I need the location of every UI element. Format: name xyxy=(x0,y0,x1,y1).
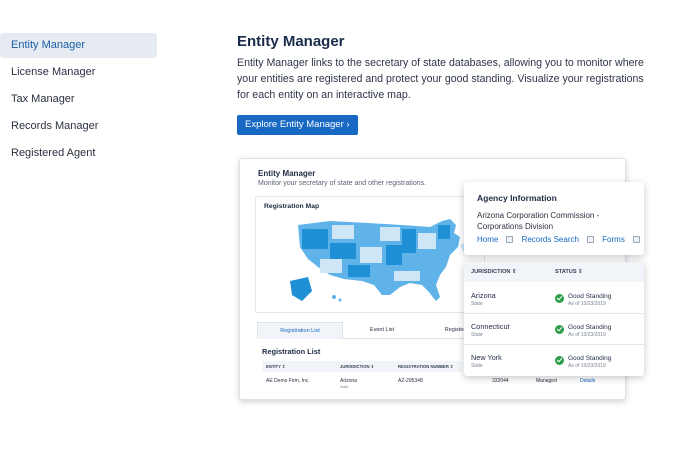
agency-link-records-search-label: Records Search xyxy=(521,235,579,244)
agency-link-home[interactable]: Home xyxy=(477,235,514,244)
agency-link-home-label: Home xyxy=(477,235,499,244)
column-header-status[interactable]: STATUS ⇕ xyxy=(555,262,583,282)
preview-title: Entity Manager xyxy=(258,169,316,178)
cell-jurisdiction-type: State xyxy=(340,385,349,389)
column-header-jurisdiction[interactable]: JURISDICTION ⇕ xyxy=(471,262,517,282)
table-row[interactable]: Arizona State Good Standing As of 10/23/… xyxy=(464,283,644,314)
jurisdiction-type: State xyxy=(471,363,483,369)
status-text: Good Standing xyxy=(568,355,612,362)
page-description: Entity Manager links to the secretary of… xyxy=(237,57,644,101)
check-circle-icon xyxy=(555,294,564,303)
column-header-registration-number[interactable]: REGISTRATION NUMBER ⇕ xyxy=(398,361,454,372)
sidebar-item-tax-manager[interactable]: Tax Manager xyxy=(0,87,157,112)
sidebar-nav: Entity Manager License Manager Tax Manag… xyxy=(0,33,157,168)
map-state-region xyxy=(320,259,342,273)
status-text: Good Standing xyxy=(568,293,612,300)
status-text: Good Standing xyxy=(568,324,612,331)
table-row[interactable]: Connecticut State Good Standing As of 10… xyxy=(464,314,644,345)
sidebar-item-records-manager[interactable]: Records Manager xyxy=(0,114,157,139)
map-state-region xyxy=(402,229,416,253)
agency-information-card: Agency Information Arizona Corporation C… xyxy=(464,182,644,255)
map-state-region xyxy=(386,245,402,265)
registration-map-title: Registration Map xyxy=(264,203,320,210)
cell-jurisdiction: Arizona xyxy=(340,378,357,384)
status-date: As of 10/23/2019 xyxy=(568,301,606,307)
details-link[interactable]: Details xyxy=(580,378,595,384)
map-hawaii xyxy=(338,298,342,302)
external-link-icon xyxy=(586,236,594,243)
map-state-region xyxy=(408,255,430,271)
jurisdiction-name: Arizona xyxy=(471,291,496,300)
preview-subtitle: Monitor your secretary of state and othe… xyxy=(258,180,427,187)
column-header-jurisdiction[interactable]: JURISDICTION ⇕ xyxy=(340,361,374,372)
status-date: As of 10/23/2019 xyxy=(568,363,606,369)
map-state-region xyxy=(438,225,450,239)
agency-links: Home Records Search Forms xyxy=(477,235,646,244)
status-date: As of 10/23/2019 xyxy=(568,332,606,338)
tab-registration-list[interactable]: Registration List xyxy=(257,322,343,339)
external-link-icon xyxy=(632,236,640,243)
registration-grid-header: ENTITY ⇕ JURISDICTION ⇕ REGISTRATION NUM… xyxy=(262,361,462,372)
map-state-region xyxy=(380,227,400,241)
check-circle-icon xyxy=(555,325,564,334)
map-state-region xyxy=(348,265,370,277)
tab-event-list[interactable]: Event List xyxy=(357,322,407,339)
cell-registration-number: AZ-295348 xyxy=(398,378,423,384)
jurisdiction-status-card: JURISDICTION ⇕ STATUS ⇕ Arizona State Go… xyxy=(464,262,644,376)
table-row[interactable]: New York State Good Standing As of 10/23… xyxy=(464,345,644,376)
jurisdiction-table-header: JURISDICTION ⇕ STATUS ⇕ xyxy=(464,262,644,282)
agency-link-forms[interactable]: Forms xyxy=(602,235,640,244)
map-state-region xyxy=(356,225,378,243)
map-state-region xyxy=(394,271,420,281)
external-link-icon xyxy=(506,236,514,243)
map-state-region xyxy=(302,229,328,249)
registration-map-card: Registration Map xyxy=(255,196,485,313)
table-row[interactable]: AE Demo Firm, Inc. Arizona State AZ-2953… xyxy=(262,378,612,390)
map-alaska xyxy=(290,277,312,301)
jurisdiction-type: State xyxy=(471,301,483,307)
cell-managed: Managed xyxy=(536,378,557,384)
agency-title: Agency Information xyxy=(477,193,557,203)
us-map[interactable] xyxy=(290,215,480,307)
sidebar-item-registered-agent[interactable]: Registered Agent xyxy=(0,141,157,166)
agency-name: Arizona Corporation Commission - Corpora… xyxy=(477,211,600,231)
jurisdiction-name: New York xyxy=(471,353,502,362)
jurisdiction-name: Connecticut xyxy=(471,322,510,331)
agency-link-records-search[interactable]: Records Search xyxy=(522,235,594,244)
map-state-region xyxy=(360,247,382,263)
sidebar-item-license-manager[interactable]: License Manager xyxy=(0,60,157,85)
map-state-region xyxy=(332,225,354,239)
page-title: Entity Manager xyxy=(237,33,345,50)
map-state-region xyxy=(330,243,356,259)
cell-entity: AE Demo Firm, Inc. xyxy=(266,378,310,384)
jurisdiction-type: State xyxy=(471,332,483,338)
sidebar-item-entity-manager[interactable]: Entity Manager xyxy=(0,33,157,58)
registration-list-title: Registration List xyxy=(262,347,321,356)
registration-tabs: Registration List Event List Registered … xyxy=(257,322,497,339)
column-header-entity[interactable]: ENTITY ⇕ xyxy=(266,361,286,372)
check-circle-icon xyxy=(555,356,564,365)
map-state-region xyxy=(418,233,436,249)
agency-link-forms-label: Forms xyxy=(602,235,625,244)
map-hawaii xyxy=(332,295,336,299)
cell-number: 332044 xyxy=(492,378,509,384)
explore-entity-manager-button[interactable]: Explore Entity Manager › xyxy=(237,115,358,135)
